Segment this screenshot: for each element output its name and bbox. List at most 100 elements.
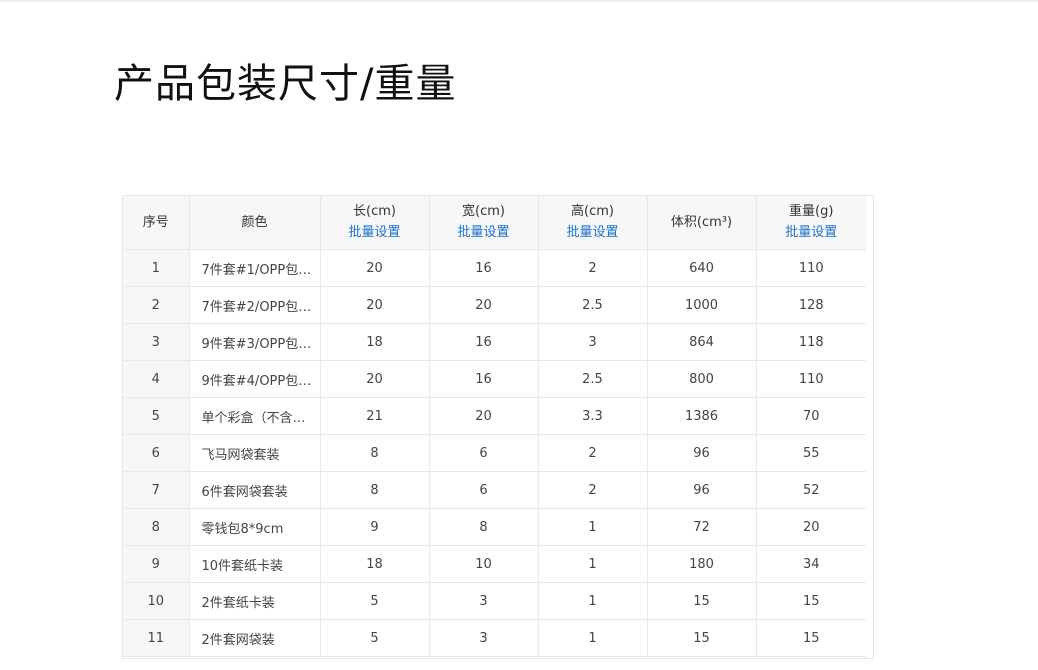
- row-length[interactable]: 20: [320, 249, 430, 287]
- row-length[interactable]: 9: [320, 508, 430, 546]
- row-weight[interactable]: 52: [756, 471, 866, 509]
- header-index-label: 序号: [142, 214, 169, 230]
- table-header-row: 序号 颜色 长(cm) 批量设置 宽(cm) 批量设置 高(cm) 批量设置 体…: [123, 196, 866, 250]
- row-volume: 1386: [647, 397, 757, 435]
- row-color: 10件套纸卡装: [189, 545, 321, 583]
- row-height[interactable]: 2: [538, 471, 648, 509]
- row-volume: 864: [647, 323, 757, 361]
- row-index: 5: [123, 397, 190, 435]
- header-weight-label: 重量(g): [789, 204, 834, 219]
- row-weight[interactable]: 15: [756, 582, 866, 620]
- row-weight[interactable]: 128: [756, 286, 866, 324]
- row-height[interactable]: 2: [538, 249, 648, 287]
- row-color: 6件套网袋套装: [189, 471, 321, 509]
- row-index: 2: [123, 286, 190, 324]
- header-index: 序号: [123, 196, 190, 250]
- row-volume: 800: [647, 360, 757, 398]
- table-row: 3 9件套#3/OPP包装袋装 18 16 3 864 118: [123, 323, 866, 361]
- row-index: 1: [123, 249, 190, 287]
- row-index: 8: [123, 508, 190, 546]
- row-color: 2件套纸卡装: [189, 582, 321, 620]
- row-volume: 96: [647, 471, 757, 509]
- row-length[interactable]: 20: [320, 360, 430, 398]
- row-width[interactable]: 20: [429, 397, 539, 435]
- row-volume: 640: [647, 249, 757, 287]
- row-weight[interactable]: 15: [756, 619, 866, 657]
- row-width[interactable]: 16: [429, 323, 539, 361]
- top-divider: [0, 0, 1038, 2]
- row-index: 4: [123, 360, 190, 398]
- row-height[interactable]: 2.5: [538, 360, 648, 398]
- batch-set-weight-link[interactable]: 批量设置: [757, 222, 867, 243]
- row-width[interactable]: 16: [429, 360, 539, 398]
- row-length[interactable]: 18: [320, 545, 430, 583]
- row-index: 11: [123, 619, 190, 657]
- header-width: 宽(cm) 批量设置: [429, 196, 539, 250]
- row-width[interactable]: 6: [429, 434, 539, 472]
- row-height[interactable]: 1: [538, 545, 648, 583]
- header-width-label: 宽(cm): [462, 204, 505, 219]
- row-color: 7件套#2/OPP包装袋装: [189, 286, 321, 324]
- header-color: 颜色: [189, 196, 321, 250]
- row-color: 9件套#3/OPP包装袋装: [189, 323, 321, 361]
- batch-set-length-link[interactable]: 批量设置: [321, 222, 429, 243]
- header-weight: 重量(g) 批量设置: [756, 196, 866, 250]
- row-height[interactable]: 3: [538, 323, 648, 361]
- row-width[interactable]: 3: [429, 582, 539, 620]
- row-weight[interactable]: 118: [756, 323, 866, 361]
- row-weight[interactable]: 110: [756, 360, 866, 398]
- header-volume-label: 体积(cm³): [670, 214, 733, 230]
- row-index: 7: [123, 471, 190, 509]
- header-height-label: 高(cm): [571, 204, 614, 219]
- row-width[interactable]: 6: [429, 471, 539, 509]
- table-row: 9 10件套纸卡装 18 10 1 180 34: [123, 545, 866, 583]
- row-length[interactable]: 18: [320, 323, 430, 361]
- batch-set-width-link[interactable]: 批量设置: [430, 222, 538, 243]
- table-row: 11 2件套网袋装 5 3 1 15 15: [123, 619, 866, 657]
- row-width[interactable]: 20: [429, 286, 539, 324]
- row-volume: 72: [647, 508, 757, 546]
- row-length[interactable]: 5: [320, 582, 430, 620]
- row-length[interactable]: 20: [320, 286, 430, 324]
- row-weight[interactable]: 20: [756, 508, 866, 546]
- header-length: 长(cm) 批量设置: [320, 196, 430, 250]
- row-width[interactable]: 16: [429, 249, 539, 287]
- row-height[interactable]: 1: [538, 508, 648, 546]
- row-weight[interactable]: 110: [756, 249, 866, 287]
- table-row: 2 7件套#2/OPP包装袋装 20 20 2.5 1000 128: [123, 286, 866, 324]
- row-color: 飞马网袋套装: [189, 434, 321, 472]
- row-weight[interactable]: 55: [756, 434, 866, 472]
- table-row: 6 飞马网袋套装 8 6 2 96 55: [123, 434, 866, 472]
- row-length[interactable]: 8: [320, 471, 430, 509]
- row-color: 单个彩盒（不含饰品）: [189, 397, 321, 435]
- page-title: 产品包装尺寸/重量: [114, 61, 457, 107]
- row-height[interactable]: 1: [538, 619, 648, 657]
- row-volume: 15: [647, 582, 757, 620]
- table-row: 1 7件套#1/OPP包装袋装 20 16 2 640 110: [123, 249, 866, 287]
- row-color: 2件套网袋装: [189, 619, 321, 657]
- table-row: 8 零钱包8*9cm 9 8 1 72 20: [123, 508, 866, 546]
- header-volume: 体积(cm³): [647, 196, 757, 250]
- header-length-label: 长(cm): [353, 204, 396, 219]
- row-width[interactable]: 3: [429, 619, 539, 657]
- row-height[interactable]: 2.5: [538, 286, 648, 324]
- row-height[interactable]: 2: [538, 434, 648, 472]
- row-width[interactable]: 10: [429, 545, 539, 583]
- batch-set-height-link[interactable]: 批量设置: [539, 222, 647, 243]
- package-size-table: 序号 颜色 长(cm) 批量设置 宽(cm) 批量设置 高(cm) 批量设置 体…: [122, 195, 874, 659]
- row-volume: 15: [647, 619, 757, 657]
- row-color: 7件套#1/OPP包装袋装: [189, 249, 321, 287]
- row-color: 9件套#4/OPP包装袋装: [189, 360, 321, 398]
- row-length[interactable]: 5: [320, 619, 430, 657]
- table-row: 7 6件套网袋套装 8 6 2 96 52: [123, 471, 866, 509]
- row-height[interactable]: 1: [538, 582, 648, 620]
- row-width[interactable]: 8: [429, 508, 539, 546]
- row-length[interactable]: 21: [320, 397, 430, 435]
- row-index: 10: [123, 582, 190, 620]
- row-height[interactable]: 3.3: [538, 397, 648, 435]
- row-length[interactable]: 8: [320, 434, 430, 472]
- row-weight[interactable]: 70: [756, 397, 866, 435]
- header-color-label: 颜色: [241, 214, 268, 230]
- row-volume: 1000: [647, 286, 757, 324]
- row-weight[interactable]: 34: [756, 545, 866, 583]
